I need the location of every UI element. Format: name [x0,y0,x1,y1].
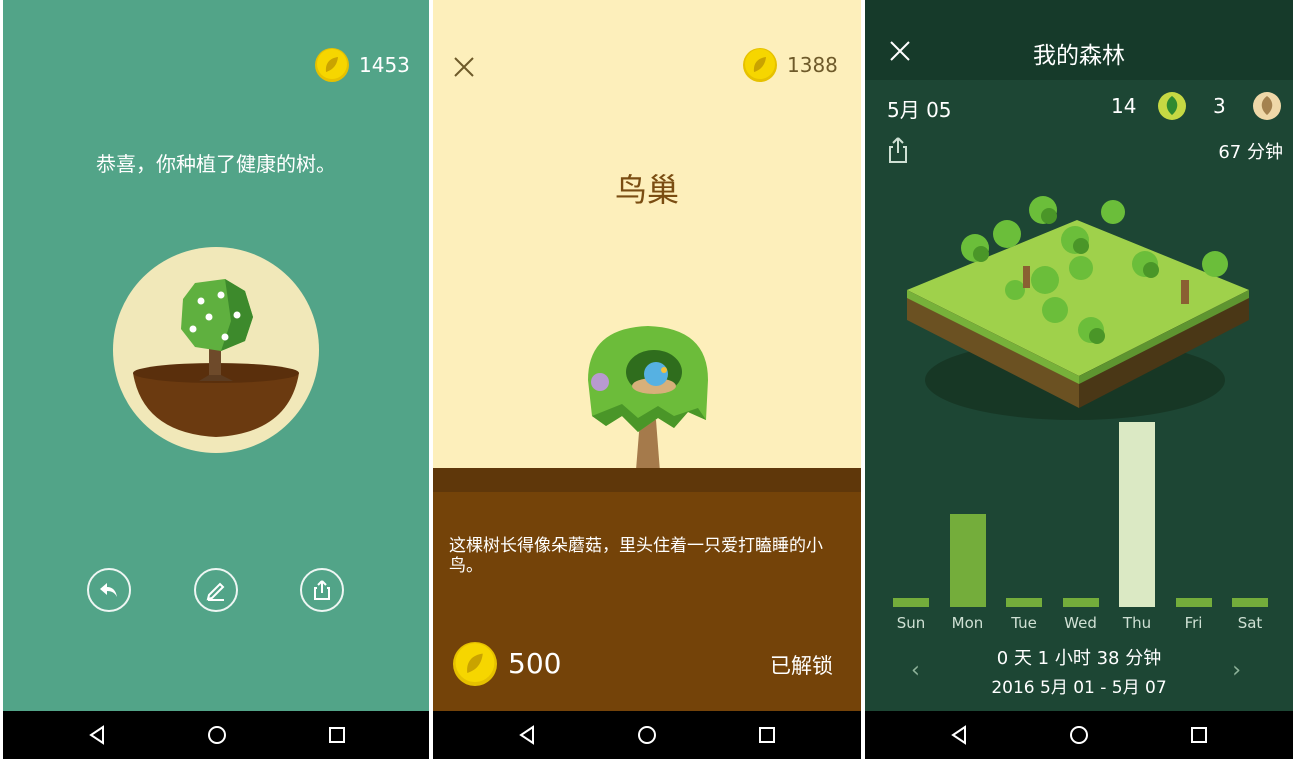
close-icon[interactable] [453,56,475,78]
planted-tree-illustration [113,247,319,453]
recents-icon[interactable] [325,723,349,747]
healthy-tree-count: 14 [1111,94,1137,118]
day-label-sat: Sat [1237,614,1263,632]
tree-description: 这棵树长得像朵蘑菇，里头住着一只爱打瞌睡的小鸟。 [449,536,823,576]
coin-icon [743,48,777,82]
coin-balance: 1388 [743,48,838,82]
back-icon[interactable] [85,723,109,747]
coin-count: 1388 [787,53,838,77]
edit-button[interactable] [194,568,238,612]
back-icon[interactable] [947,723,971,747]
bar-wed [1062,598,1099,607]
day-label-thu: Thu [1122,614,1152,632]
unlock-status: 已解锁 [770,654,833,678]
screen-planting-success: 1453 恭喜，你种植了健康的树。 [3,0,429,759]
system-nav-bar [3,711,429,759]
coin-icon [315,48,349,82]
bar-thu [1119,422,1155,607]
date-range: 2016 5月 01 - 5月 07 [991,678,1167,698]
system-nav-bar [433,711,861,759]
dead-tree-count: 3 [1213,94,1226,118]
bird-nest-tree-icon [588,326,708,472]
bar-sun [893,598,929,607]
bar-sat [1232,598,1268,607]
share-button[interactable] [300,568,344,612]
undo-button[interactable] [87,568,131,612]
ground-strip [433,468,861,492]
share-icon [314,580,330,600]
share-icon[interactable] [887,136,909,164]
home-icon[interactable] [635,723,659,747]
recents-icon[interactable] [1187,723,1211,747]
success-message: 恭喜，你种植了健康的树。 [96,152,336,176]
dead-tree-icon [1253,92,1281,120]
recents-icon[interactable] [755,723,779,747]
screen-my-forest: 我的森林 5月 05 14 3 67 分钟 Sun Mon Tue Wed Th… [865,0,1293,759]
healthy-tree-icon [133,279,299,437]
coin-icon [453,642,497,686]
page-title: 我的森林 [1033,43,1125,69]
bar-fri [1175,598,1212,607]
day-label-tue: Tue [1011,614,1037,632]
edit-icon [206,582,225,601]
screen-tree-detail: 1388 鸟巢 这棵树长得像朵蘑菇，里头住着一只爱打瞌睡的小鸟。 500 已解锁 [433,0,861,759]
undo-icon [100,583,117,597]
day-label-wed: Wed [1064,614,1097,632]
bar-tue [1006,598,1042,607]
coin-balance: 1453 [315,48,410,82]
focus-summary: 0 天 1 小时 38 分钟 [996,648,1162,669]
home-icon[interactable] [205,723,229,747]
healthy-tree-icon [1158,92,1186,120]
forest-island-illustration [907,196,1249,420]
tree-title: 鸟巢 [614,171,679,209]
back-icon[interactable] [515,723,539,747]
system-nav-bar [865,711,1293,759]
total-minutes: 67 分钟 [1218,142,1283,163]
home-icon[interactable] [1067,723,1091,747]
bar-mon [949,514,986,607]
coin-count: 1453 [359,53,410,77]
tree-price: 500 [508,647,562,680]
day-label-fri: Fri [1184,614,1203,632]
day-label-sun: Sun [896,614,926,632]
current-date[interactable]: 5月 05 [887,94,952,123]
day-label-mon: Mon [951,614,984,632]
